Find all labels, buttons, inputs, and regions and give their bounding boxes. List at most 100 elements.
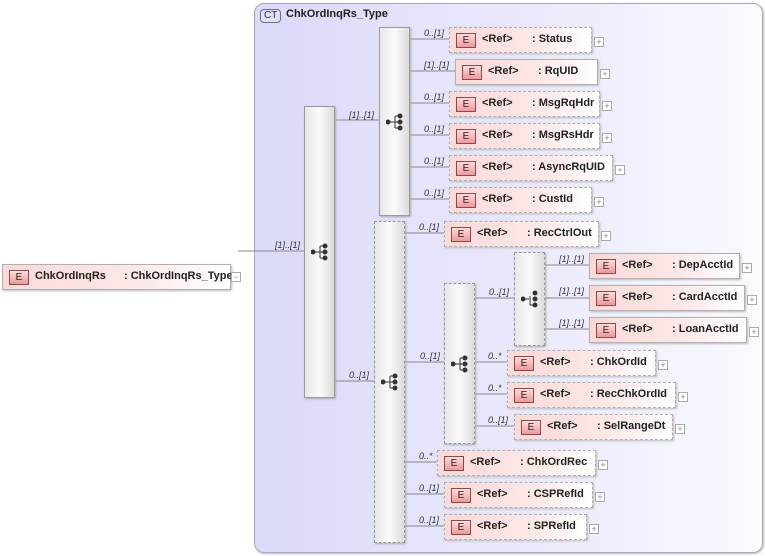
expand-icon[interactable]: + xyxy=(602,133,612,143)
cardinality: 0..* xyxy=(419,451,433,461)
sequence-icon xyxy=(311,243,328,261)
element-ref[interactable]: E <Ref> : SelRangeDt xyxy=(514,414,673,440)
cardinality: 0..[1] xyxy=(349,370,370,380)
element-ref[interactable]: E <Ref> : Status xyxy=(449,27,592,53)
element-name: : SelRangeDt xyxy=(597,420,666,432)
element-name: : RqUID xyxy=(538,65,579,77)
element-badge: E xyxy=(451,520,471,535)
cardinality: 0..[1] xyxy=(420,351,441,361)
element-badge: E xyxy=(596,323,616,338)
ref-label: <Ref> xyxy=(477,520,508,532)
cardinality: 0..[1] xyxy=(488,415,509,425)
ref-label: <Ref> xyxy=(540,388,571,400)
cardinality: [1]..[1] xyxy=(559,254,585,264)
element-ref[interactable]: E <Ref> : SPRefId xyxy=(444,514,587,540)
element-name: : SPRefId xyxy=(527,520,576,532)
ref-label: <Ref> xyxy=(622,291,653,303)
element-name: : MsgRqHdr xyxy=(532,97,595,109)
sequence-icon xyxy=(381,373,398,391)
element-name: : ChkOrdRec xyxy=(520,456,588,468)
expand-icon[interactable]: + xyxy=(601,231,611,241)
element-ref[interactable]: E <Ref> : RecCtrlOut xyxy=(444,221,599,247)
ref-label: <Ref> xyxy=(547,420,578,432)
expand-icon[interactable]: + xyxy=(594,37,604,47)
choice-icon xyxy=(521,290,538,308)
expand-icon[interactable]: + xyxy=(598,460,608,470)
element-name: : Status xyxy=(532,33,573,45)
ref-label: <Ref> xyxy=(540,356,571,368)
ref-label: <Ref> xyxy=(482,193,513,205)
element-ref[interactable]: E <Ref> : RecChkOrdId xyxy=(507,382,676,408)
root-element-name: ChkOrdInqRs xyxy=(35,270,106,282)
element-name: : MsgRsHdr xyxy=(532,129,594,141)
cardinality: [1]..[1] xyxy=(424,60,450,70)
expand-icon[interactable]: + xyxy=(678,392,688,402)
cardinality: 0..[1] xyxy=(489,287,510,297)
cardinality: 0..* xyxy=(488,351,502,361)
ref-label: <Ref> xyxy=(470,456,501,468)
expand-icon[interactable]: + xyxy=(615,165,625,175)
expand-icon[interactable]: + xyxy=(658,360,668,370)
cardinality: [1]..[1] xyxy=(559,286,585,296)
element-name: : CardAcctId xyxy=(672,291,738,303)
ref-label: <Ref> xyxy=(482,129,513,141)
sequence-selection xyxy=(444,283,475,444)
element-ref[interactable]: E <Ref> : LoanAcctId xyxy=(589,317,747,343)
ref-label: <Ref> xyxy=(482,97,513,109)
element-ref[interactable]: E <Ref> : AsyncRqUID xyxy=(449,155,613,181)
ref-label: <Ref> xyxy=(488,65,519,77)
element-badge: E xyxy=(514,388,534,403)
cardinality: 0..[1] xyxy=(419,515,440,525)
expand-icon[interactable]: + xyxy=(602,101,612,111)
element-ref[interactable]: E <Ref> : DepAcctId xyxy=(589,253,740,279)
sequence-header xyxy=(379,27,410,216)
element-ref[interactable]: E <Ref> : CSPRefId xyxy=(444,482,593,508)
element-badge: E xyxy=(596,259,616,274)
choice-account xyxy=(514,252,545,346)
expand-icon[interactable]: + xyxy=(594,197,604,207)
expand-icon[interactable]: + xyxy=(595,492,605,502)
element-ref[interactable]: E <Ref> : MsgRsHdr xyxy=(449,123,600,149)
element-ref[interactable]: E <Ref> : CustId xyxy=(449,187,592,213)
ref-label: <Ref> xyxy=(622,259,653,271)
element-name: : RecCtrlOut xyxy=(527,227,592,239)
root-element[interactable]: E ChkOrdInqRs : ChkOrdInqRs_Type xyxy=(2,264,233,290)
element-ref[interactable]: E <Ref> : CardAcctId xyxy=(589,285,745,311)
cardinality: 0..[1] xyxy=(419,483,440,493)
element-ref[interactable]: E <Ref> : MsgRqHdr xyxy=(449,91,600,117)
ref-label: <Ref> xyxy=(622,323,653,335)
expand-icon[interactable]: + xyxy=(747,295,757,305)
element-name: : LoanAcctId xyxy=(672,323,739,335)
sequence-body xyxy=(374,221,405,543)
expand-icon[interactable]: + xyxy=(749,327,759,337)
element-badge: E xyxy=(456,97,476,112)
element-badge: E xyxy=(462,65,482,80)
expand-icon[interactable]: + xyxy=(675,424,685,434)
cardinality: 0..[1] xyxy=(424,28,445,38)
element-badge: E xyxy=(451,488,471,503)
cardinality: 0..[1] xyxy=(424,188,445,198)
element-badge: E xyxy=(9,270,29,285)
element-badge: E xyxy=(451,227,471,242)
ref-label: <Ref> xyxy=(482,33,513,45)
sequence-icon xyxy=(386,113,403,130)
sequence-icon xyxy=(451,355,468,372)
expand-icon[interactable]: + xyxy=(600,69,610,79)
expand-icon[interactable]: + xyxy=(589,524,599,534)
collapse-icon[interactable]: − xyxy=(231,272,241,282)
element-badge: E xyxy=(456,161,476,176)
expand-icon[interactable]: + xyxy=(742,263,752,273)
element-ref[interactable]: E <Ref> : RqUID xyxy=(455,59,598,85)
element-name: : ChkOrdId xyxy=(590,356,647,368)
element-badge: E xyxy=(456,129,476,144)
ref-label: <Ref> xyxy=(477,227,508,239)
element-badge: E xyxy=(444,456,464,471)
cardinality: [1]..[1] xyxy=(349,110,375,120)
element-badge: E xyxy=(456,193,476,208)
element-name: : RecChkOrdId xyxy=(590,388,668,400)
cardinality: 0..[1] xyxy=(424,124,445,134)
element-ref[interactable]: E <Ref> : ChkOrdId xyxy=(507,350,656,376)
cardinality: 0..[1] xyxy=(419,222,440,232)
cardinality: [1]..[1] xyxy=(275,240,301,250)
element-ref[interactable]: E <Ref> : ChkOrdRec xyxy=(437,450,596,476)
